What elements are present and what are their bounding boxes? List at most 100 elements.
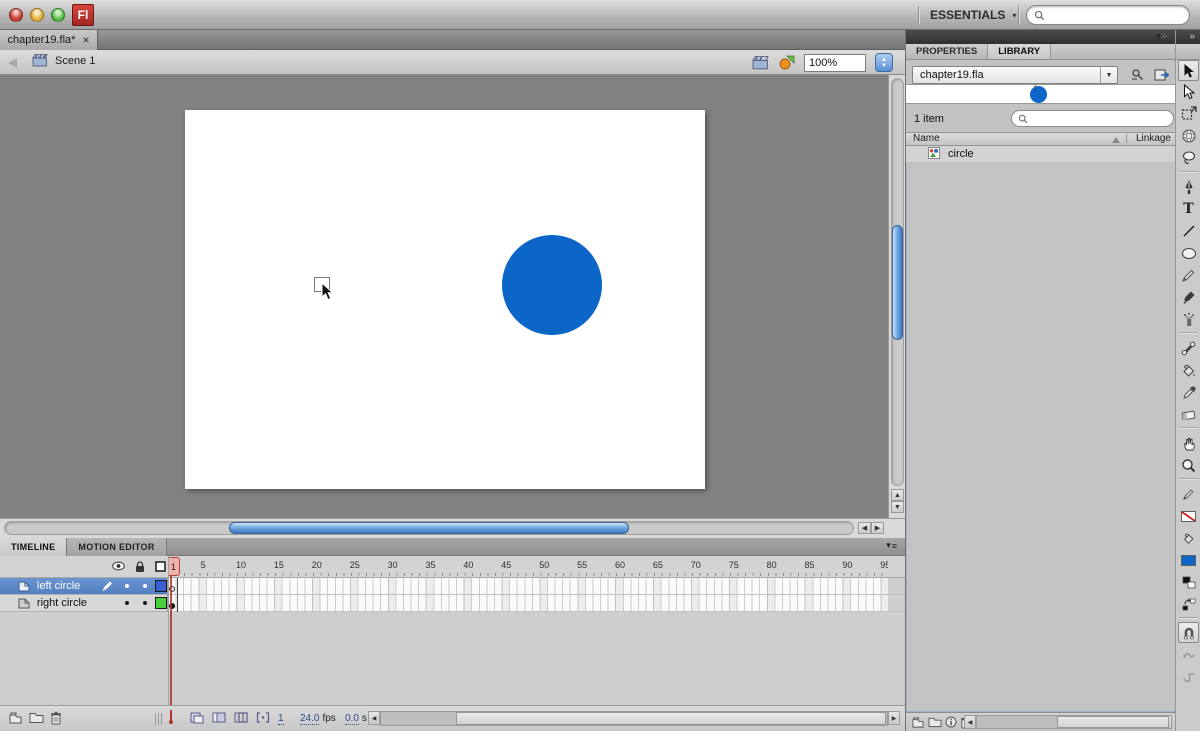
- layer-name[interactable]: right circle: [37, 597, 97, 609]
- panel-resize-grip[interactable]: [155, 713, 162, 725]
- library-scroll-left-button[interactable]: ◀: [964, 715, 976, 729]
- elapsed-time-indicator[interactable]: 0.0 s: [345, 713, 367, 725]
- close-document-icon[interactable]: ×: [82, 35, 89, 45]
- snap-to-objects-toggle[interactable]: [1178, 622, 1199, 643]
- tab-library[interactable]: LIBRARY: [988, 44, 1051, 59]
- column-linkage[interactable]: Linkage: [1136, 133, 1171, 144]
- eraser-tool[interactable]: [1176, 403, 1200, 425]
- layer-lock-dot[interactable]: [136, 584, 154, 588]
- blue-circle-shape[interactable]: [502, 235, 602, 335]
- black-and-white-button[interactable]: [1176, 571, 1200, 593]
- stage-horizontal-scrollbar[interactable]: ◀ ▶: [0, 518, 905, 538]
- library-column-header[interactable]: Name | Linkage: [906, 132, 1176, 146]
- column-name[interactable]: Name: [913, 133, 940, 144]
- show-layers-as-outlines-icon[interactable]: [155, 561, 166, 572]
- vertical-scroll-thumb[interactable]: [892, 225, 903, 340]
- tab-motion-editor[interactable]: MOTION EDITOR: [67, 538, 166, 556]
- onion-skin-button[interactable]: [212, 711, 226, 724]
- timeline-panel-menu-button[interactable]: ▾≡: [886, 540, 897, 551]
- smooth-option[interactable]: [1176, 643, 1200, 665]
- vertical-scroll-track[interactable]: [891, 78, 904, 486]
- subselection-tool[interactable]: [1176, 81, 1200, 103]
- center-frame-button[interactable]: [190, 711, 204, 724]
- eyedropper-tool[interactable]: [1176, 381, 1200, 403]
- minimize-window-button[interactable]: [30, 8, 44, 22]
- library-search-field[interactable]: [1011, 110, 1174, 127]
- lock-all-layers-icon[interactable]: [135, 561, 145, 573]
- library-scroll-thumb[interactable]: [1057, 716, 1169, 728]
- layer-name[interactable]: left circle: [37, 580, 97, 592]
- new-layer-button[interactable]: [8, 711, 23, 725]
- layer-frames-track[interactable]: [168, 578, 888, 595]
- zoom-stepper[interactable]: ▲ ▼: [875, 53, 893, 72]
- library-item-row[interactable]: circle: [906, 146, 1176, 163]
- new-symbol-button[interactable]: [911, 716, 925, 729]
- library-item-name[interactable]: circle: [948, 148, 974, 160]
- spray-brush-tool[interactable]: [1176, 308, 1200, 330]
- frame-ruler[interactable]: 1 5101520253035404550556065707580859095: [168, 556, 888, 578]
- scroll-down-button[interactable]: ▼: [891, 501, 904, 513]
- fps-value[interactable]: 24.0: [300, 713, 319, 725]
- stage-vertical-scrollbar[interactable]: ▲ ▼: [888, 75, 905, 518]
- layer-name-cell[interactable]: left circle: [0, 578, 168, 595]
- scroll-right-button[interactable]: ▶: [871, 522, 884, 534]
- timeline-scroll-track[interactable]: [380, 711, 888, 726]
- timeline-scroll-left-button[interactable]: ◀: [368, 711, 380, 725]
- delete-layer-button[interactable]: [50, 711, 62, 725]
- paint-bucket-tool[interactable]: [1176, 359, 1200, 381]
- pen-tool[interactable]: [1176, 176, 1200, 198]
- edit-scene-icon[interactable]: [752, 56, 769, 70]
- scroll-up-button[interactable]: ▲: [891, 489, 904, 501]
- lasso-tool[interactable]: [1176, 147, 1200, 169]
- hand-tool[interactable]: [1176, 432, 1200, 454]
- timeline-scroll-thumb[interactable]: [456, 712, 886, 725]
- pin-library-button[interactable]: [1130, 68, 1145, 82]
- edit-symbols-icon[interactable]: [778, 55, 795, 70]
- show-hide-all-layers-icon[interactable]: [112, 561, 125, 571]
- layer-visibility-dot[interactable]: [118, 584, 136, 588]
- stage-canvas[interactable]: [185, 110, 705, 489]
- line-tool[interactable]: [1176, 220, 1200, 242]
- timeline-layer-row[interactable]: left circle: [0, 578, 905, 595]
- stroke-color-control[interactable]: [1176, 483, 1200, 505]
- bone-tool[interactable]: [1176, 337, 1200, 359]
- sort-ascending-icon[interactable]: [1112, 137, 1120, 143]
- text-tool[interactable]: T: [1176, 198, 1200, 220]
- layer-name-cell[interactable]: right circle: [0, 595, 168, 612]
- help-search-field[interactable]: [1026, 5, 1190, 25]
- brush-tool[interactable]: [1176, 286, 1200, 308]
- stepper-down-icon[interactable]: ▼: [881, 63, 887, 69]
- new-folder-button[interactable]: [29, 711, 44, 724]
- library-item-list[interactable]: circle: [906, 146, 1176, 712]
- straighten-option[interactable]: [1176, 665, 1200, 687]
- column-divider[interactable]: |: [1125, 133, 1128, 144]
- timeline-column-divider[interactable]: [168, 556, 169, 705]
- item-properties-button[interactable]: [945, 716, 957, 728]
- zoom-tool[interactable]: [1176, 454, 1200, 476]
- zoom-window-button[interactable]: [51, 8, 65, 22]
- horizontal-scroll-track[interactable]: [4, 521, 854, 535]
- timeline-scrollbar[interactable]: ◀ ▶: [368, 711, 900, 726]
- new-library-panel-button[interactable]: [1154, 68, 1170, 82]
- horizontal-scroll-thumb[interactable]: [229, 522, 629, 534]
- document-tab[interactable]: chapter19.fla* ×: [0, 30, 98, 50]
- stage-pasteboard[interactable]: [0, 75, 888, 518]
- playhead-frame-indicator[interactable]: 1: [168, 557, 180, 576]
- current-frame-indicator[interactable]: 1: [278, 713, 284, 725]
- layer-visibility-dot[interactable]: [118, 601, 136, 605]
- stage-zoom-input[interactable]: 100%: [804, 54, 866, 72]
- free-transform-tool[interactable]: [1176, 103, 1200, 125]
- fill-color-control[interactable]: [1176, 527, 1200, 549]
- edit-multiple-frames-button[interactable]: [256, 711, 270, 724]
- layer-lock-dot[interactable]: [136, 601, 154, 605]
- oval-tool[interactable]: [1176, 242, 1200, 264]
- timeline-layer-row[interactable]: right circle: [0, 595, 905, 612]
- library-panel-menu-button[interactable]: ▾≡: [1156, 31, 1167, 42]
- tab-properties[interactable]: PROPERTIES: [906, 44, 988, 59]
- search-input[interactable]: [1050, 9, 1170, 21]
- timeline-scroll-right-button[interactable]: ▶: [888, 711, 900, 725]
- close-window-button[interactable]: [9, 8, 23, 22]
- back-arrow-icon[interactable]: [8, 58, 17, 68]
- fill-color-swatch[interactable]: [1176, 549, 1200, 571]
- library-scroll-track[interactable]: [976, 715, 1160, 729]
